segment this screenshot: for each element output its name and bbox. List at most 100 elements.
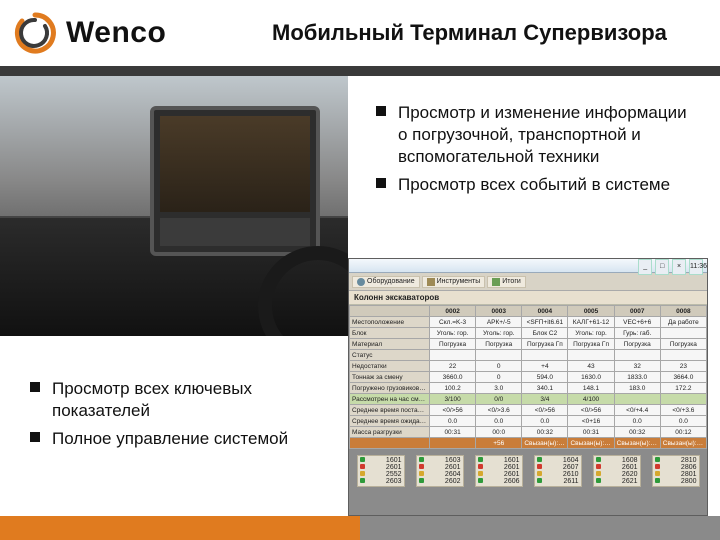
haul-item[interactable]: 2800: [654, 478, 698, 485]
grid-cell[interactable]: [660, 350, 706, 361]
grid-cell[interactable]: [660, 394, 706, 405]
grid-cell[interactable]: 0: [476, 372, 522, 383]
haul-group[interactable]: 1604260726102611: [534, 455, 582, 487]
grid-cell[interactable]: <SFП+it6.61: [522, 317, 568, 328]
haul-group[interactable]: 1608260126202621: [593, 455, 641, 487]
grid-cell[interactable]: 0.0: [522, 416, 568, 427]
haul-item[interactable]: 1603: [418, 457, 462, 464]
grid-cell[interactable]: 22: [430, 361, 476, 372]
grid-cell[interactable]: 340.1: [522, 383, 568, 394]
col-header[interactable]: 0002: [430, 306, 476, 317]
haul-item[interactable]: 2601: [359, 464, 403, 471]
haul-item[interactable]: 2611: [536, 478, 580, 485]
grid-cell[interactable]: 3660.0: [430, 372, 476, 383]
grid-cell[interactable]: VEC+6+6: [614, 317, 660, 328]
grid-cell[interactable]: <0/>56: [430, 405, 476, 416]
haul-item[interactable]: 2601: [477, 471, 521, 478]
grid-cell[interactable]: АРК+/-5: [476, 317, 522, 328]
grid-cell[interactable]: [614, 394, 660, 405]
grid-cell[interactable]: <0/>56: [568, 405, 614, 416]
col-header[interactable]: 0005: [568, 306, 614, 317]
col-header[interactable]: 0003: [476, 306, 522, 317]
window-controls[interactable]: _ □ × 11:36: [637, 259, 703, 272]
close-button[interactable]: ×: [672, 259, 686, 275]
haul-item[interactable]: 2602: [418, 478, 462, 485]
grid-cell[interactable]: <0/+4.4: [614, 405, 660, 416]
grid-cell[interactable]: 0/0: [476, 394, 522, 405]
haul-item[interactable]: 1608: [595, 457, 639, 464]
grid-cell[interactable]: 183.0: [614, 383, 660, 394]
haul-group[interactable]: 2810280628012800: [652, 455, 700, 487]
grid-cell[interactable]: [614, 350, 660, 361]
grid-cell[interactable]: +4: [522, 361, 568, 372]
haul-item[interactable]: 2621: [595, 478, 639, 485]
grid-cell[interactable]: 1630.0: [568, 372, 614, 383]
grid-cell[interactable]: 00:32: [522, 427, 568, 438]
grid-cell[interactable]: КАЛГ+61-12: [568, 317, 614, 328]
haul-item[interactable]: 2801: [654, 471, 698, 478]
grid-cell[interactable]: Уголь: гор.: [430, 328, 476, 339]
haul-item[interactable]: 2601: [595, 464, 639, 471]
grid-cell[interactable]: 1833.0: [614, 372, 660, 383]
grid-cell[interactable]: Блок С2: [522, 328, 568, 339]
grid-cell[interactable]: 43: [568, 361, 614, 372]
haul-item[interactable]: 2610: [536, 471, 580, 478]
haul-item[interactable]: 2603: [359, 478, 403, 485]
grid-cell[interactable]: Погрузка: [614, 339, 660, 350]
grid-cell[interactable]: [660, 328, 706, 339]
grid-cell[interactable]: Гурь: габ.: [614, 328, 660, 339]
grid-cell[interactable]: 4/100: [568, 394, 614, 405]
grid-cell[interactable]: Уголь: гор.: [476, 328, 522, 339]
haul-item[interactable]: 2601: [477, 464, 521, 471]
grid-cell[interactable]: 00:32: [614, 427, 660, 438]
grid-cell[interactable]: [476, 350, 522, 361]
haul-item[interactable]: 1601: [359, 457, 403, 464]
grid-cell[interactable]: Погрузка Гп: [522, 339, 568, 350]
col-header[interactable]: 0004: [522, 306, 568, 317]
grid-cell[interactable]: 172.2: [660, 383, 706, 394]
grid-cell[interactable]: Погрузка: [430, 339, 476, 350]
grid-cell[interactable]: <0/>3.6: [476, 405, 522, 416]
grid-cell[interactable]: 00:31: [568, 427, 614, 438]
grid-cell[interactable]: 3/4: [522, 394, 568, 405]
grid-cell[interactable]: Погрузка Гп: [568, 339, 614, 350]
haul-item[interactable]: 1604: [536, 457, 580, 464]
grid-cell[interactable]: 0: [476, 361, 522, 372]
haul-item[interactable]: 2601: [418, 464, 462, 471]
grid-cell[interactable]: 00:0: [476, 427, 522, 438]
grid-cell[interactable]: 594.0: [522, 372, 568, 383]
haul-group[interactable]: 1601260125522603: [357, 455, 405, 487]
grid-cell[interactable]: 23: [660, 361, 706, 372]
haul-item[interactable]: 2606: [477, 478, 521, 485]
grid-cell[interactable]: <0/+3.6: [660, 405, 706, 416]
grid-cell[interactable]: [568, 350, 614, 361]
grid-cell[interactable]: 100.2: [430, 383, 476, 394]
grid-cell[interactable]: Погрузка: [660, 339, 706, 350]
grid-cell[interactable]: 32: [614, 361, 660, 372]
grid-cell[interactable]: 0.0: [430, 416, 476, 427]
grid-cell[interactable]: 00:12: [660, 427, 706, 438]
grid-cell[interactable]: 3664.0: [660, 372, 706, 383]
grid-cell[interactable]: 0.0: [476, 416, 522, 427]
grid-cell[interactable]: Скл.=K-3: [430, 317, 476, 328]
haul-item[interactable]: 2552: [359, 471, 403, 478]
haul-group[interactable]: 1603260126042602: [416, 455, 464, 487]
grid-cell[interactable]: Уголь: гор.: [568, 328, 614, 339]
haul-group[interactable]: 1601260126012606: [475, 455, 523, 487]
toolbar-tools-button[interactable]: Инструменты: [422, 276, 486, 288]
haul-item[interactable]: 2806: [654, 464, 698, 471]
haul-item[interactable]: 2607: [536, 464, 580, 471]
grid-cell[interactable]: 148.1: [568, 383, 614, 394]
toolbar-equipment-button[interactable]: Оборудование: [352, 276, 420, 288]
grid-cell[interactable]: <0/>56: [522, 405, 568, 416]
grid-cell[interactable]: [430, 350, 476, 361]
grid-cell[interactable]: <0+16: [568, 416, 614, 427]
grid-cell[interactable]: 3.0: [476, 383, 522, 394]
maximize-button[interactable]: □: [655, 259, 669, 275]
col-header[interactable]: 0008: [660, 306, 706, 317]
grid-cell[interactable]: 00:31: [430, 427, 476, 438]
toolbar-totals-button[interactable]: Итоги: [487, 276, 526, 288]
grid-cell[interactable]: 0.0: [660, 416, 706, 427]
haul-item[interactable]: 2620: [595, 471, 639, 478]
grid-cell[interactable]: 3/100: [430, 394, 476, 405]
